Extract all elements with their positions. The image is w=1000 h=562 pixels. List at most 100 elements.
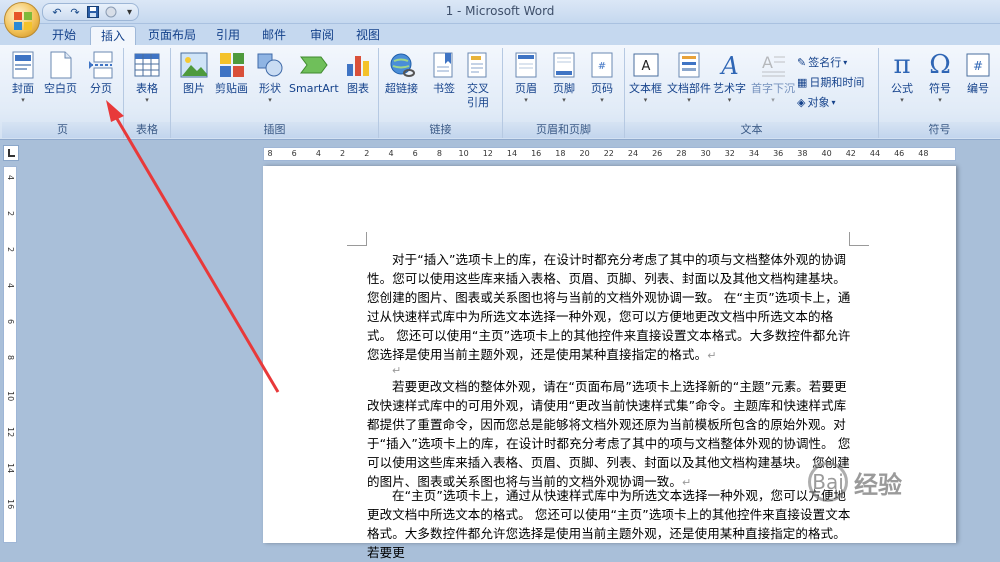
pi-icon: π (893, 50, 911, 80)
symbol-button[interactable]: Ω 符号 ▾ (925, 50, 955, 104)
formula-button[interactable]: π 公式 ▾ (887, 50, 917, 104)
ruler-tick: 34 (748, 149, 760, 158)
tab-view[interactable]: 视图 (346, 26, 390, 46)
picture-icon (179, 50, 209, 80)
object-button[interactable]: ◈ 对象 ▾ (797, 94, 835, 110)
blank-page-button[interactable]: 空白页 (44, 50, 77, 96)
tab-references[interactable]: 引用 (206, 26, 250, 46)
ruler-tick: 4 (315, 149, 321, 158)
horizontal-ruler[interactable]: 8 6 4 2 2 4 6 8 10 12 14 16 18 20 22 24 26 28 30 32 34 36 38 40… (263, 147, 956, 161)
margin-corner-top-left (347, 232, 367, 246)
paragraph-1[interactable]: 对于“插入”选项卡上的库，在设计时都充分考虑了其中的项与文档整体外观的协调性。您… (367, 250, 853, 365)
smartart-button[interactable]: SmartArt (289, 50, 339, 96)
ruler-tick: 2 (340, 149, 346, 158)
signature-line-button[interactable]: ✎ 签名行 ▾ (797, 54, 847, 70)
page-break-icon (86, 50, 116, 80)
quick-parts-button[interactable]: 文档部件 ▾ (667, 50, 711, 104)
cover-button[interactable]: 封面 ▾ (8, 50, 38, 104)
wordart-button[interactable]: A 艺术字 ▾ (713, 50, 746, 104)
ruler-tick: 14 (6, 463, 15, 474)
tab-review[interactable]: 审阅 (300, 26, 344, 46)
clipart-icon (217, 50, 247, 80)
table-icon (132, 50, 162, 80)
group-label-illustrations: 插图 (171, 122, 378, 138)
svg-text:#: # (598, 61, 606, 72)
header-button[interactable]: 页眉 ▾ (511, 50, 541, 104)
ruler-tick: 14 (506, 149, 518, 158)
office-logo-icon (14, 12, 32, 30)
group-label-text: 文本 (625, 122, 878, 138)
footer-icon (549, 50, 579, 80)
ruler-tick: 38 (797, 149, 808, 158)
picture-button[interactable]: 图片 (179, 50, 209, 96)
tab-selector[interactable] (3, 145, 19, 161)
vertical-ruler[interactable]: 4 2 2 4 6 8 10 12 14 16 (3, 166, 17, 543)
ruler-tick: 42 (845, 149, 856, 158)
page-break-button[interactable]: 分页 (86, 50, 116, 96)
chart-icon (343, 50, 373, 80)
tab-insert[interactable]: 插入 (90, 26, 137, 46)
textbox-button[interactable]: A 文本框 ▾ (629, 50, 662, 104)
group-pages: 封面 ▾ 空白页 分页 页 (2, 48, 124, 138)
ruler-tick: 24 (627, 149, 639, 158)
dropcap-button[interactable]: A 首字下沉 ▾ (751, 50, 795, 104)
calendar-icon: ▦ (797, 75, 808, 89)
cross-reference-icon (463, 50, 493, 80)
ruler-tick: 6 (291, 149, 297, 158)
ruler-tick: 2 (6, 211, 15, 217)
object-icon: ◈ (797, 95, 806, 109)
ruler-tick: 48 (918, 149, 929, 158)
clipart-button[interactable]: 剪贴画 (215, 50, 248, 96)
svg-text:A: A (719, 52, 738, 78)
cross-reference-button[interactable]: 交叉 引用 (463, 50, 493, 110)
tab-page-layout[interactable]: 页面布局 (138, 26, 206, 46)
ruler-tick: 4 (6, 175, 15, 181)
ribbon: 封面 ▾ 空白页 分页 页 表格 ▾ 表格 图片 剪贴画 形状 ▾ SmartA… (0, 45, 1000, 140)
ruler-tick: 6 (412, 149, 418, 158)
numbering-button[interactable]: # 编号 (963, 50, 993, 96)
baidu-paw-icon: Bai (808, 462, 848, 502)
ruler-tick: 4 (6, 283, 15, 289)
datetime-button[interactable]: ▦ 日期和时间 (797, 74, 864, 90)
chart-button[interactable]: 图表 (343, 50, 373, 96)
window-title: 1 - Microsoft Word (445, 4, 555, 18)
margin-corner-top-right (849, 232, 869, 246)
signature-icon: ✎ (797, 55, 807, 69)
smartart-icon (299, 50, 329, 80)
ruler-tick: 16 (6, 499, 15, 510)
group-label-header-footer: 页眉和页脚 (503, 122, 624, 138)
tab-mailings[interactable]: 邮件 (252, 26, 296, 46)
shapes-button[interactable]: 形状 ▾ (255, 50, 285, 104)
svg-text:A: A (762, 53, 773, 72)
paragraph-3[interactable]: 在“主页”选项卡上，通过从快速样式库中为所选文本选择一种外观，您可以方便地更改文… (367, 486, 853, 562)
bookmark-button[interactable]: 书签 (429, 50, 459, 96)
ruler-tick: 40 (821, 149, 832, 158)
table-button[interactable]: 表格 ▾ (132, 50, 162, 104)
ruler-tick: 26 (652, 149, 663, 158)
omega-icon: Ω (929, 50, 951, 80)
ruler-tick: 44 (869, 149, 881, 158)
ruler-tick: 28 (676, 149, 687, 158)
footer-button[interactable]: 页脚 ▾ (549, 50, 579, 104)
tab-home[interactable]: 开始 (42, 26, 86, 46)
hyperlink-button[interactable]: 超链接 (385, 50, 418, 96)
header-icon (511, 50, 541, 80)
ruler-tick: 8 (436, 149, 442, 158)
wordart-icon: A (715, 50, 745, 80)
textbox-icon: A (631, 50, 661, 80)
ruler-tick: 2 (6, 247, 15, 253)
paragraph-2[interactable]: 若要更改文档的整体外观，请在“页面布局”选项卡上选择新的“主题”元素。若要更改快… (367, 377, 853, 492)
dropcap-icon: A (758, 50, 788, 80)
office-button[interactable] (4, 2, 40, 38)
group-table: 表格 ▾ 表格 (124, 48, 171, 138)
ruler-tick: 10 (6, 391, 15, 402)
ruler-tick: 4 (388, 149, 394, 158)
cover-page-icon (8, 50, 38, 80)
numbering-icon: # (963, 50, 993, 80)
watermark-text: 经验 (854, 470, 902, 499)
group-header-footer: 页眉 ▾ 页脚 ▾ # 页码 ▾ 页眉和页脚 (503, 48, 625, 138)
group-label-links: 链接 (379, 122, 502, 138)
group-label-pages: 页 (2, 122, 123, 138)
page-number-button[interactable]: # 页码 ▾ (587, 50, 617, 104)
page-number-icon: # (587, 50, 617, 80)
